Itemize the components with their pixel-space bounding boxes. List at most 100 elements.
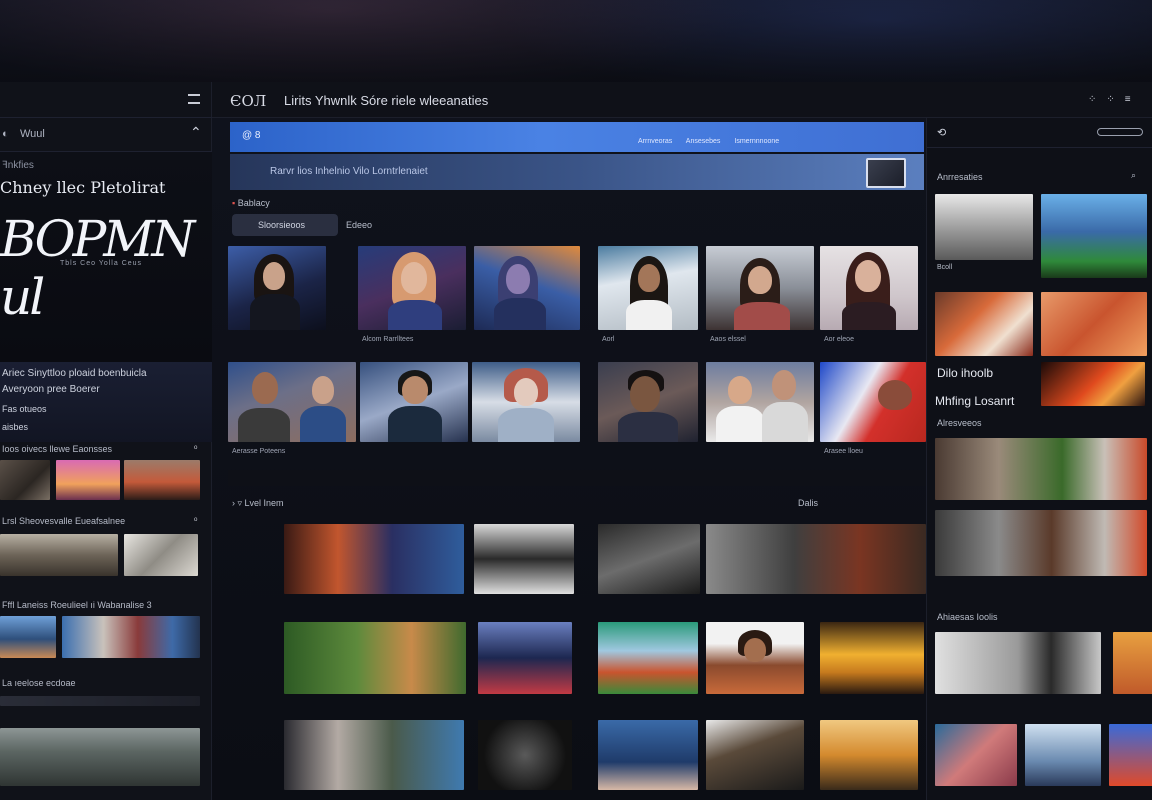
thumbnail	[598, 524, 700, 594]
media-card[interactable]	[598, 720, 698, 790]
thumbnail[interactable]	[124, 534, 198, 576]
thumbnail[interactable]	[1025, 724, 1101, 786]
thumbnail	[478, 720, 572, 790]
circle-icon[interactable]: ᵒ	[194, 515, 197, 525]
settings-icon[interactable]: @ 8	[242, 130, 261, 141]
thumbnail[interactable]	[1041, 362, 1145, 406]
menu-icon[interactable]: ≡	[1125, 94, 1141, 105]
banner-links: Arrnveoras Ansesebes Ismernnnoone	[638, 138, 779, 145]
top-blur-band	[0, 0, 1152, 82]
divider	[228, 470, 926, 486]
thumbnail[interactable]	[935, 194, 1033, 260]
menu-icon[interactable]	[188, 94, 200, 104]
right-panel-header: ⟲	[927, 118, 1152, 148]
thumbnail[interactable]	[62, 616, 200, 658]
thumbnail[interactable]	[1041, 194, 1147, 278]
thumbnail	[474, 524, 574, 594]
section-right-label[interactable]: Dalis	[798, 498, 818, 508]
media-card[interactable]: Aerasse Poteens	[228, 362, 356, 472]
media-card[interactable]	[360, 362, 468, 472]
banner-top: @ 8 Arrnveoras Ansesebes Ismernnnoone	[230, 122, 924, 152]
app-logo[interactable]: ЄOЛ	[230, 92, 266, 110]
tab-other[interactable]: Edeeo	[346, 220, 372, 230]
sidebar-top-row[interactable]: ◐ Wuul ⌃	[0, 118, 212, 152]
media-card[interactable]	[820, 720, 918, 790]
tab-active[interactable]: Sloorsieoos	[232, 214, 338, 236]
thumbnail[interactable]	[1109, 724, 1152, 786]
hero-caption: Tbls Ceo Yolla Ceus	[60, 260, 143, 267]
thumbnail[interactable]	[0, 728, 200, 786]
thumbnail[interactable]	[935, 632, 1101, 694]
thumbnail	[284, 720, 464, 790]
thumbnail[interactable]	[0, 460, 50, 500]
thumbnail[interactable]	[56, 460, 120, 500]
media-card[interactable]: Aorl	[598, 246, 698, 352]
media-card[interactable]	[228, 246, 326, 352]
thumbnail	[360, 362, 468, 442]
thumbnail	[820, 622, 924, 694]
media-card[interactable]	[706, 362, 814, 472]
grid-icon[interactable]: ⁘	[1106, 94, 1124, 105]
section-title: › ▿ Lvel Inem	[232, 498, 284, 508]
search-icon[interactable]: ⌕	[1131, 170, 1136, 181]
thumbnail[interactable]	[935, 724, 1017, 786]
sidebar-header	[0, 82, 212, 118]
thumbnail[interactable]	[935, 510, 1147, 576]
media-card[interactable]: Alcom Rarrlltees	[358, 246, 466, 352]
thumbnail-caption: Bcoll	[937, 264, 953, 271]
media-card[interactable]	[478, 622, 572, 694]
thumbnail	[706, 622, 804, 694]
thumbnail[interactable]	[1113, 632, 1152, 694]
info-line: Averyoon pree Boerer	[2, 384, 100, 395]
thumbnail	[284, 524, 464, 594]
thumbnail	[706, 720, 804, 790]
media-card[interactable]	[284, 720, 464, 790]
grid-icon[interactable]: ⁘	[1088, 94, 1106, 105]
hero-small-label: ꟻnkfies	[2, 160, 34, 171]
banner-action-button[interactable]	[866, 158, 906, 188]
media-card[interactable]	[472, 362, 580, 472]
media-card[interactable]	[284, 622, 466, 694]
thumbnail	[598, 622, 698, 694]
left-sidebar: ◐ Wuul ⌃ ꟻnkfies Chney llec Pletolirat B…	[0, 82, 212, 800]
media-card[interactable]	[598, 524, 700, 594]
media-card[interactable]	[474, 246, 580, 352]
media-card[interactable]	[706, 622, 804, 694]
thumbnail[interactable]	[935, 438, 1147, 500]
media-card[interactable]	[820, 622, 924, 694]
thumbnail	[820, 246, 918, 330]
label-a: Dilo ihoolb	[937, 366, 994, 380]
media-card[interactable]	[598, 362, 698, 472]
hero-title: Chney llec Pletolirat	[0, 178, 166, 197]
media-card[interactable]: Aor eleoe	[820, 246, 918, 352]
media-card[interactable]	[474, 524, 574, 594]
banner-link[interactable]: Ansesebes	[686, 138, 721, 145]
circle-icon[interactable]: ᵒ	[194, 443, 197, 453]
thumbnail	[472, 362, 580, 442]
thumbnail[interactable]	[935, 292, 1033, 356]
banner-link[interactable]: Ismernnnoone	[734, 138, 779, 145]
thumbnail[interactable]	[1041, 292, 1147, 356]
back-icon[interactable]: ⟲	[937, 126, 946, 139]
thumbnail	[474, 246, 580, 330]
chevron-up-icon[interactable]: ⌃	[190, 124, 202, 141]
media-card[interactable]	[598, 622, 698, 694]
shield-icon: ◐	[2, 128, 9, 140]
media-card[interactable]	[706, 720, 804, 790]
thumbnail[interactable]	[0, 534, 118, 576]
toggle-control[interactable]	[1097, 128, 1143, 136]
flag-icon: ▪	[232, 198, 236, 208]
media-card[interactable]	[706, 524, 926, 594]
media-card[interactable]	[284, 524, 464, 594]
sidebar-section-title: Ioos oivecs llewe Eaonsses	[2, 444, 113, 454]
banner-link[interactable]: Arrnveoras	[638, 138, 672, 145]
media-card[interactable]	[478, 720, 572, 790]
thumbnail	[706, 524, 926, 594]
thumbnail	[284, 622, 466, 694]
media-card[interactable]: Aaos elssel	[706, 246, 814, 352]
thumbnail	[706, 362, 814, 442]
thumbnail[interactable]	[124, 460, 200, 500]
card-caption: Alcom Rarrlltees	[362, 336, 414, 343]
media-card[interactable]: Arasee lloeu	[820, 362, 926, 472]
thumbnail[interactable]	[0, 616, 56, 658]
